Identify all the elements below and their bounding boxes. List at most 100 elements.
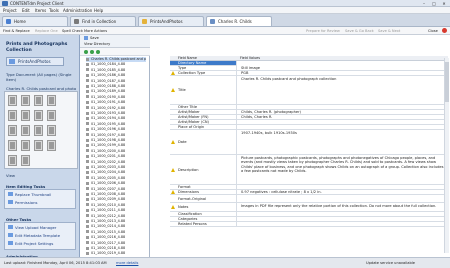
- metadata-row[interactable]: Notes Images in PDF file represent only t…: [170, 203, 448, 212]
- save-next-button[interactable]: Save & Next: [378, 29, 400, 33]
- thumbnail[interactable]: [21, 95, 30, 106]
- edit-project-settings-link[interactable]: Edit Project Settings: [8, 241, 53, 246]
- field-value[interactable]: Charles R. Childs postcard and photograp…: [236, 76, 446, 105]
- thumbnail-icon: [8, 192, 13, 196]
- field-value[interactable]: 1907-1940s, bulk 1910s-1930s: [236, 130, 446, 155]
- metadata-row[interactable]: Description Picture postcards, photograph…: [170, 155, 448, 185]
- menu-items[interactable]: Items: [35, 8, 46, 13]
- record-label: 01_1000_0184_4.88: [91, 62, 126, 67]
- image-icon: [86, 176, 89, 180]
- image-icon: [86, 62, 89, 66]
- save-label[interactable]: Save: [90, 36, 99, 40]
- tab-printsandphotos[interactable]: PrintsAndPhotos: [138, 16, 204, 26]
- metadata-row[interactable]: Related Persons: [170, 222, 448, 227]
- record-label: 01_1000_0192_4.88: [91, 105, 126, 110]
- spell-check-button[interactable]: Spell Check: [62, 29, 83, 33]
- image-icon: [86, 127, 89, 131]
- thumbnail[interactable]: [34, 125, 43, 136]
- warning-icon: [171, 205, 176, 210]
- menu-project[interactable]: Project: [3, 8, 17, 13]
- collection-button[interactable]: PrintsAndPhotos: [6, 57, 64, 66]
- image-icon: [86, 73, 89, 77]
- collection-icon: [9, 59, 15, 64]
- thumbnail[interactable]: [47, 125, 56, 136]
- prepare-review-button[interactable]: Prepare for Review: [306, 29, 340, 33]
- tab-find-in-collection[interactable]: Find in Collection: [70, 16, 136, 26]
- menu-administration[interactable]: Administration: [63, 8, 92, 13]
- field-value[interactable]: Images in PDF file represent only the re…: [236, 203, 446, 212]
- thumbnail[interactable]: [47, 95, 56, 106]
- metadata-row[interactable]: Title Charles R. Childs postcard and phot…: [170, 76, 448, 105]
- find-replace-button[interactable]: Find & Replace: [3, 29, 30, 33]
- warning-icon: [171, 167, 176, 173]
- close-item-button[interactable]: Close: [428, 29, 438, 33]
- tab-charles-childs[interactable]: Charles R. Childs: [206, 16, 272, 26]
- thumbnail[interactable]: [47, 110, 56, 121]
- folder-icon: [142, 19, 147, 24]
- thumbnail[interactable]: [8, 95, 17, 106]
- field-value[interactable]: [236, 195, 446, 203]
- image-icon: [86, 241, 89, 245]
- sidebar: Prints and Photographs Collection Prints…: [0, 35, 80, 268]
- app-window: CONTENTdm Project Client – □ ✕ Project E…: [0, 0, 450, 268]
- collection-heading: Prints and Photographs Collection: [6, 42, 68, 53]
- thumbnail[interactable]: [21, 125, 30, 136]
- image-icon: [86, 84, 89, 88]
- thumbnail[interactable]: [34, 140, 43, 151]
- menu-tools[interactable]: Tools: [49, 8, 59, 13]
- type-documents-label: Type Document (All pages) (Single Item): [6, 72, 72, 82]
- thumbnail[interactable]: [8, 140, 17, 151]
- toolbar: Find & Replace Replace One Spell Check M…: [0, 27, 450, 35]
- menu-edit[interactable]: Edit: [22, 8, 30, 13]
- image-icon: [86, 111, 89, 115]
- field-value[interactable]: [236, 222, 446, 227]
- save-go-back-button[interactable]: Save & Go Back: [345, 29, 374, 33]
- thumbnail[interactable]: [34, 95, 43, 106]
- view-directory-button[interactable]: View Directory: [84, 42, 110, 46]
- edit-metadata-template-link[interactable]: Edit Metadata Template: [8, 233, 60, 238]
- thumbnail[interactable]: [21, 140, 30, 151]
- close-icon[interactable]: [442, 28, 447, 33]
- add-icon[interactable]: [84, 50, 88, 54]
- thumbnail[interactable]: [34, 110, 43, 121]
- metadata-row[interactable]: Format-Original: [170, 195, 448, 203]
- metadata-scrollbar[interactable]: [444, 58, 449, 253]
- record-label: 01_1000_0193_4.88: [91, 111, 126, 115]
- metadata-row[interactable]: Date 1907-1940s, bulk 1910s-1930s: [170, 130, 448, 155]
- collection-button-label: PrintsAndPhotos: [18, 59, 51, 64]
- record-label: 01_1000_0202_4.88: [91, 159, 126, 164]
- minimize-button[interactable]: –: [420, 1, 428, 6]
- record-label: 01_1000_0185_4.88: [91, 67, 126, 72]
- record-label: Charles R. Childs postcard and photograp…: [91, 57, 146, 61]
- thumbnail[interactable]: [8, 110, 17, 121]
- permissions-link[interactable]: Permissions: [8, 200, 37, 205]
- record-label: 01_1000_0206_4.88: [91, 181, 126, 186]
- move-down-icon[interactable]: [96, 50, 100, 54]
- status-text: Last upload: Finished Monday, April 06, …: [4, 261, 107, 265]
- thumbnail[interactable]: [8, 125, 17, 136]
- tab-home[interactable]: Home: [2, 16, 68, 26]
- thumbnail[interactable]: [47, 140, 56, 151]
- maximize-button[interactable]: □: [430, 1, 438, 6]
- record-label: 01_1000_0195_4.88: [91, 121, 126, 126]
- replace-one-button[interactable]: Replace One: [35, 29, 58, 33]
- thumbnail[interactable]: [21, 110, 30, 121]
- thumbnail[interactable]: [21, 155, 30, 166]
- more-actions-button[interactable]: More Actions: [84, 29, 107, 33]
- field-values-header: Field Values: [240, 56, 260, 60]
- view-upload-manager-link[interactable]: View Upload Manager: [8, 225, 56, 230]
- move-up-icon[interactable]: [90, 50, 94, 54]
- field-value[interactable]: Picture postcards, photographic postcard…: [236, 155, 446, 185]
- image-icon: [86, 165, 89, 169]
- more-details-link[interactable]: more details: [116, 261, 138, 265]
- image-icon: [86, 251, 89, 255]
- field-name: Format-Original: [178, 196, 207, 201]
- close-window-button[interactable]: ✕: [440, 1, 448, 6]
- thumbnail[interactable]: [8, 155, 17, 166]
- field-name: Date: [178, 140, 187, 144]
- replace-thumbnail-link[interactable]: Replace Thumbnail: [8, 192, 51, 197]
- record-list-header: Save View Directory: [80, 35, 150, 48]
- menu-help[interactable]: Help: [94, 8, 103, 13]
- scroll-thumb[interactable]: [445, 62, 449, 102]
- task-label: Edit Metadata Template: [15, 233, 61, 238]
